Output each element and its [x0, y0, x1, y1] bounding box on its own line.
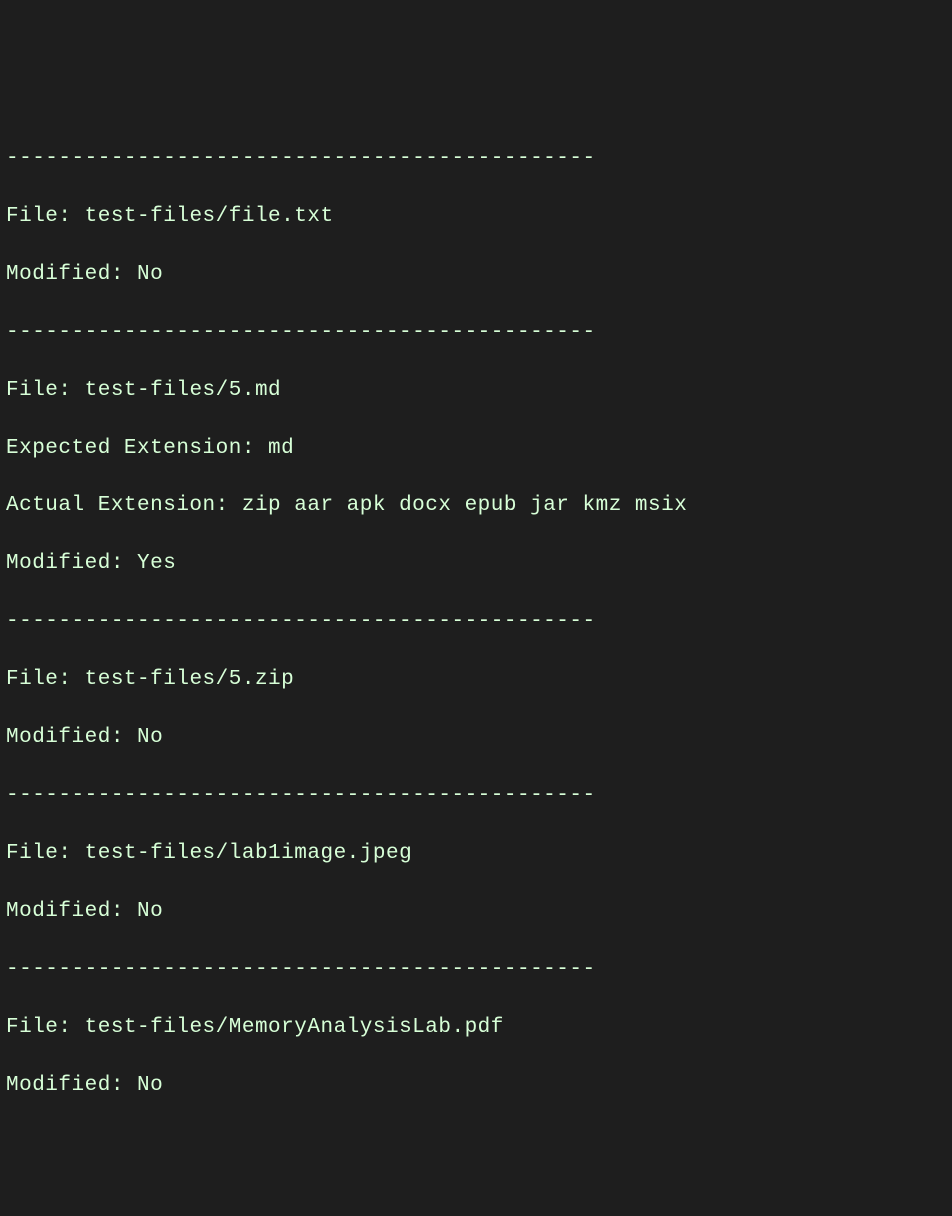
modified-value: Yes: [137, 552, 176, 575]
modified-value: No: [137, 1074, 163, 1097]
file-path: test-files/lab1image.jpeg: [85, 842, 413, 865]
divider-line: ----------------------------------------…: [6, 956, 946, 985]
file-line: File: test-files/lab1image.jpeg: [6, 840, 946, 869]
terminal-output: ----------------------------------------…: [0, 116, 952, 1130]
file-line: File: test-files/5.md: [6, 377, 946, 406]
modified-value: No: [137, 263, 163, 286]
file-path: test-files/5.zip: [85, 668, 295, 691]
expected-label: Expected Extension:: [6, 437, 268, 460]
modified-label: Modified:: [6, 263, 137, 286]
file-line: File: test-files/MemoryAnalysisLab.pdf: [6, 1014, 946, 1043]
actual-label: Actual Extension:: [6, 494, 242, 517]
actual-ext-line: Actual Extension: zip aar apk docx epub …: [6, 492, 946, 521]
file-path: test-files/5.md: [85, 379, 282, 402]
divider-line: ----------------------------------------…: [6, 782, 946, 811]
modified-label: Modified:: [6, 900, 137, 923]
file-label: File:: [6, 668, 85, 691]
file-line: File: test-files/5.zip: [6, 666, 946, 695]
modified-line: Modified: No: [6, 261, 946, 290]
expected-value: md: [268, 437, 294, 460]
divider-line: ----------------------------------------…: [6, 608, 946, 637]
modified-line: Modified: Yes: [6, 550, 946, 579]
expected-ext-line: Expected Extension: md: [6, 435, 946, 464]
divider-line: ----------------------------------------…: [6, 319, 946, 348]
file-label: File:: [6, 379, 85, 402]
actual-value: zip aar apk docx epub jar kmz msix: [242, 494, 687, 517]
modified-label: Modified:: [6, 552, 137, 575]
file-line: File: test-files/file.txt: [6, 203, 946, 232]
file-path: test-files/file.txt: [85, 205, 334, 228]
modified-line: Modified: No: [6, 1072, 946, 1101]
modified-label: Modified:: [6, 726, 137, 749]
modified-line: Modified: No: [6, 898, 946, 927]
file-label: File:: [6, 205, 85, 228]
divider-line: ----------------------------------------…: [6, 145, 946, 174]
modified-label: Modified:: [6, 1074, 137, 1097]
file-label: File:: [6, 842, 85, 865]
file-label: File:: [6, 1016, 85, 1039]
modified-value: No: [137, 726, 163, 749]
modified-value: No: [137, 900, 163, 923]
file-path: test-files/MemoryAnalysisLab.pdf: [85, 1016, 504, 1039]
modified-line: Modified: No: [6, 724, 946, 753]
